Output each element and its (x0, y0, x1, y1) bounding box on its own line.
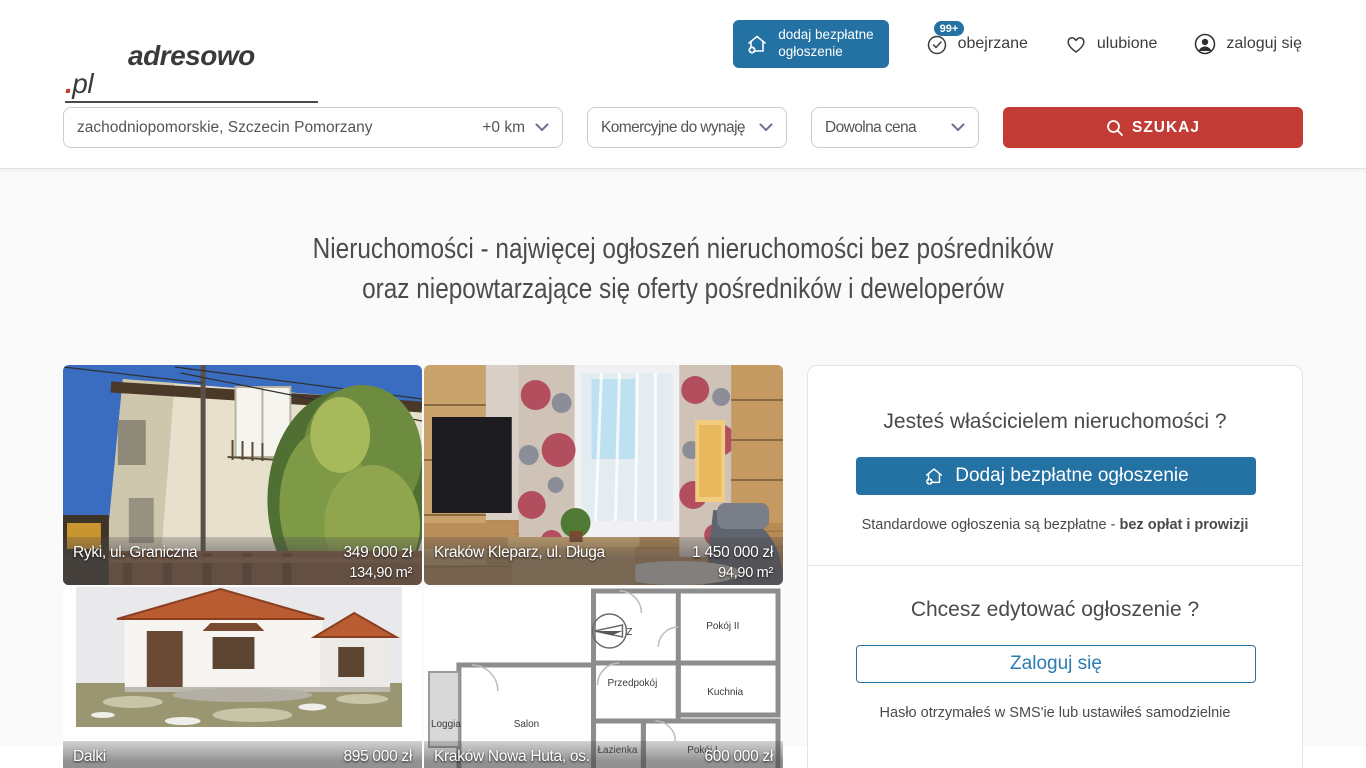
page-content: Nieruchomości - najwięcej ogłoszeń nieru… (0, 168, 1366, 746)
nav-favorites[interactable]: ulubione (1064, 32, 1158, 56)
listing-card[interactable]: Ryki, ul. Graniczna 349 000 zł 134,90 m² (63, 365, 422, 585)
room-label: Loggia (431, 719, 461, 730)
location-input[interactable]: zachodniopomorskie, Szczecin Pomorzany +… (63, 107, 563, 148)
room-label: Z (626, 627, 632, 638)
add-listing-button[interactable]: dodaj bezpłatne ogłoszenie (733, 20, 888, 68)
listing-name: Ryki, ul. Graniczna (73, 542, 197, 562)
listing-name: Dalki (73, 746, 106, 766)
search-bar: zachodniopomorskie, Szczecin Pomorzany +… (0, 107, 1366, 148)
heart-icon (1064, 32, 1088, 56)
viewed-count-badge: 99+ (934, 21, 965, 36)
room-label: Salon (514, 719, 539, 730)
listing-card[interactable]: Z Pokój II Przedpokój Kuchnia Salon Logg… (424, 587, 783, 768)
header: adresowo.pl dodaj bezpłatne ogłoszenie 9… (0, 0, 1366, 88)
user-circle-icon (1193, 32, 1217, 56)
category-value: Komercyjne do wynaję (601, 119, 749, 137)
room-label: Przedpokój (607, 678, 657, 689)
edit-title: Chcesz edytować ogłoszenie ? (808, 598, 1302, 622)
listings-grid: Ryki, ul. Graniczna 349 000 zł 134,90 m² (63, 365, 783, 768)
nav-viewed[interactable]: 99+ obejrzane (925, 32, 1028, 56)
listing-overlay: Kraków Kleparz, ul. Długa 1 450 000 zł 9… (424, 537, 783, 585)
listing-area: 94,90 m² (692, 565, 773, 581)
search-button[interactable]: SZUKAJ (1003, 107, 1303, 148)
room-label: Pokój II (706, 621, 739, 632)
radius-value: +0 km (482, 119, 525, 137)
logo-main: adresowo (65, 42, 318, 70)
add-listing-label: dodaj bezpłatne ogłoszenie (778, 27, 873, 61)
price-select[interactable]: Dowolna cena (811, 107, 979, 148)
price-value: Dowolna cena (825, 119, 941, 137)
nav-login[interactable]: zaloguj się (1193, 32, 1302, 56)
listing-overlay: Kraków Nowa Huta, os. 600 000 zł (424, 741, 783, 768)
viewed-label: obejrzane (958, 35, 1028, 53)
room-label: Kuchnia (707, 687, 743, 698)
favorites-label: ulubione (1097, 35, 1158, 53)
house-plus-icon (923, 465, 945, 487)
house-plus-icon (745, 32, 769, 56)
search-button-label: SZUKAJ (1132, 119, 1200, 137)
listing-name: Kraków Nowa Huta, os. (434, 746, 590, 766)
login-label: zaloguj się (1226, 35, 1302, 53)
page-title: Nieruchomości - najwięcej ogłoszeń nieru… (109, 229, 1256, 309)
logo-tld: pl (72, 68, 93, 99)
search-icon (1106, 119, 1124, 137)
listing-price: 895 000 zł (343, 746, 412, 766)
listing-name: Kraków Kleparz, ul. Długa (434, 542, 605, 562)
login-button[interactable]: Zaloguj się (856, 645, 1256, 683)
owner-section: Jesteś właścicielem nieruchomości ? Doda… (808, 410, 1302, 533)
location-value: zachodniopomorskie, Szczecin Pomorzany (77, 119, 482, 137)
hero: Nieruchomości - najwięcej ogłoszeń nieru… (0, 169, 1366, 309)
add-free-listing-button[interactable]: Dodaj bezpłatne ogłoszenie (856, 457, 1256, 495)
adresowo-logo[interactable]: adresowo.pl (65, 0, 318, 103)
listing-price: 349 000 zł (343, 542, 412, 562)
listing-price: 600 000 zł (704, 746, 773, 766)
add-free-listing-label: Dodaj bezpłatne ogłoszenie (955, 465, 1188, 487)
listing-card[interactable]: Kraków Kleparz, ul. Długa 1 450 000 zł 9… (424, 365, 783, 585)
chevron-down-icon (535, 123, 549, 132)
listing-area: 134,90 m² (343, 565, 412, 581)
listing-card[interactable]: Dalki 895 000 zł (63, 587, 422, 768)
owner-title: Jesteś właścicielem nieruchomości ? (808, 410, 1302, 434)
header-nav: dodaj bezpłatne ogłoszenie 99+ obejrzane… (733, 20, 1302, 68)
category-select[interactable]: Komercyjne do wynaję (587, 107, 787, 148)
chevron-down-icon (951, 123, 965, 132)
owner-panel: Jesteś właścicielem nieruchomości ? Doda… (807, 365, 1303, 768)
chevron-down-icon (759, 123, 773, 132)
edit-note: Hasło otrzymałeś w SMS'ie lub ustawiłeś … (808, 705, 1302, 721)
owner-note: Standardowe ogłoszenia są bezpłatne - be… (808, 517, 1302, 533)
listing-price: 1 450 000 zł (692, 542, 773, 562)
listing-overlay: Dalki 895 000 zł (63, 741, 422, 768)
listing-overlay: Ryki, ul. Graniczna 349 000 zł 134,90 m² (63, 537, 422, 585)
edit-section: Chcesz edytować ogłoszenie ? Zaloguj się… (808, 566, 1302, 721)
